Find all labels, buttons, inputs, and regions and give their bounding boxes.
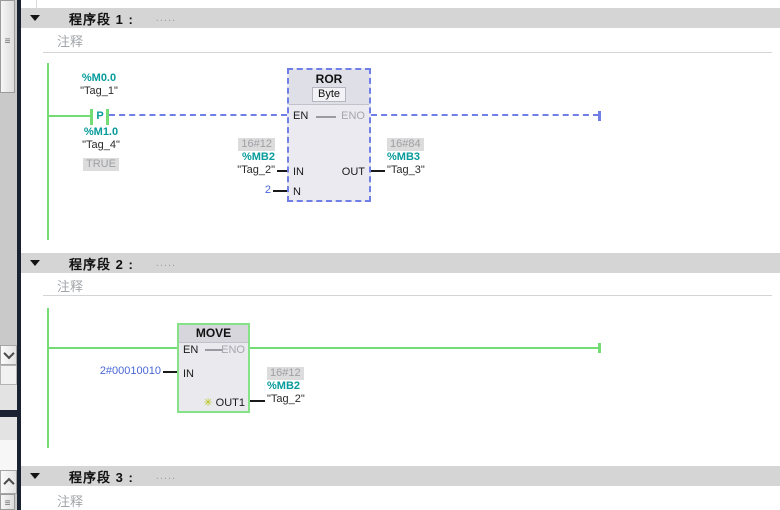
pin-en: EN bbox=[183, 344, 198, 356]
scroll-thumb-grip-icon: ≡ bbox=[1, 37, 14, 47]
scroll-thumb-grip-icon: ≡ bbox=[1, 499, 14, 509]
edge-tag[interactable]: "Tag_4" bbox=[56, 139, 146, 152]
pin-out: OUT bbox=[342, 166, 365, 178]
network-2-comment-field[interactable]: 注释 bbox=[57, 276, 83, 295]
collapse-triangle-icon[interactable] bbox=[30, 473, 40, 479]
move-in-constant[interactable]: 2#00010010 bbox=[61, 365, 161, 378]
in-monitor-value: 16#12 bbox=[238, 138, 275, 151]
scrollbar-gap bbox=[0, 440, 17, 470]
network-3-comment-field[interactable]: 注释 bbox=[57, 491, 83, 510]
splitter-area-bottom bbox=[0, 417, 17, 440]
network-3-title: 程序段 3 : bbox=[69, 467, 134, 486]
wire-out1 bbox=[250, 400, 265, 402]
chevron-up-icon bbox=[3, 478, 14, 489]
power-rail bbox=[47, 308, 49, 448]
network-1-comment-field[interactable]: 注释 bbox=[57, 31, 83, 50]
wire-n bbox=[273, 190, 287, 192]
ror-block[interactable]: ROR Byte EN ENO IN N OUT bbox=[287, 68, 371, 202]
wire-rail-to-move bbox=[48, 347, 177, 349]
network-2-title: 程序段 2 : bbox=[69, 254, 134, 273]
ror-in-operand[interactable]: 16#12 %MB2 "Tag_2" bbox=[195, 138, 275, 177]
move-block[interactable]: MOVE EN ENO IN ✳ OUT1 bbox=[177, 323, 250, 413]
in-tag[interactable]: "Tag_2" bbox=[195, 164, 275, 177]
pin-eno: ENO bbox=[221, 344, 245, 356]
pin-out1-label: OUT1 bbox=[216, 397, 245, 409]
rung-end-tick bbox=[598, 111, 601, 121]
scroll-cut-line bbox=[36, 0, 37, 8]
edge-monitor-value: TRUE bbox=[83, 158, 119, 171]
out-monitor-value: 16#84 bbox=[387, 138, 424, 151]
network-1-title-placeholder[interactable]: ..... bbox=[156, 12, 176, 24]
pin-in: IN bbox=[293, 166, 304, 178]
scrollbar-blank-button[interactable] bbox=[0, 365, 17, 385]
pane-splitter[interactable] bbox=[0, 410, 17, 417]
contact-p-letter: P bbox=[93, 110, 107, 122]
splitter-area-top bbox=[0, 385, 17, 410]
pin-in: IN bbox=[183, 368, 194, 380]
ror-n-constant[interactable]: 2 bbox=[211, 184, 271, 197]
network-1-header[interactable]: 程序段 1 : ..... bbox=[21, 8, 780, 28]
lad-editor-screen: ≡ ≡ 程序段 1 : ..... 注释 %M0.0 "Tag_1" bbox=[0, 0, 780, 510]
scroll-up-button[interactable] bbox=[0, 470, 17, 494]
contact-edge-operand[interactable]: %M1.0 "Tag_4" TRUE bbox=[56, 126, 146, 171]
wire-move-to-end bbox=[250, 347, 599, 349]
en-eno-dash bbox=[316, 116, 336, 118]
ror-out-operand[interactable]: 16#84 %MB3 "Tag_3" bbox=[387, 138, 467, 177]
wire-block-to-end bbox=[371, 114, 599, 116]
contact-address[interactable]: %M0.0 bbox=[54, 72, 144, 85]
collapse-triangle-icon[interactable] bbox=[30, 260, 40, 266]
add-output-star-icon[interactable]: ✳ bbox=[203, 397, 212, 409]
comment-separator bbox=[43, 52, 772, 53]
en-eno-dash bbox=[205, 349, 222, 351]
network-2-header[interactable]: 程序段 2 : ..... bbox=[21, 253, 780, 273]
network-2-title-placeholder[interactable]: ..... bbox=[156, 257, 176, 269]
network-1-title: 程序段 1 : bbox=[69, 9, 134, 28]
scroll-down-button[interactable] bbox=[0, 345, 17, 365]
pin-out1: ✳ OUT1 bbox=[203, 396, 245, 409]
out-address[interactable]: %MB3 bbox=[387, 151, 467, 164]
out-tag[interactable]: "Tag_3" bbox=[387, 164, 467, 177]
wire-out bbox=[371, 170, 385, 172]
edge-address[interactable]: %M1.0 bbox=[56, 126, 146, 139]
vertical-scrollbar[interactable]: ≡ ≡ bbox=[0, 0, 17, 510]
power-rail bbox=[47, 63, 49, 240]
chevron-down-icon bbox=[3, 348, 14, 359]
collapse-triangle-icon[interactable] bbox=[30, 15, 40, 21]
pin-eno: ENO bbox=[341, 110, 365, 122]
pin-en: EN bbox=[293, 110, 308, 122]
network-3-title-placeholder[interactable]: ..... bbox=[156, 470, 176, 482]
comment-separator bbox=[43, 295, 772, 296]
ror-block-title: ROR bbox=[289, 72, 369, 86]
in-address[interactable]: %MB2 bbox=[195, 151, 275, 164]
wire-in bbox=[163, 371, 177, 373]
rung-end-tick bbox=[598, 343, 601, 353]
out-address[interactable]: %MB2 bbox=[267, 380, 347, 393]
wire-contact-to-block bbox=[109, 114, 287, 116]
network-3-header[interactable]: 程序段 3 : ..... bbox=[21, 466, 780, 486]
contact-operand[interactable]: %M0.0 "Tag_1" bbox=[54, 72, 144, 98]
move-block-title: MOVE bbox=[179, 326, 248, 340]
scroll-thumb[interactable]: ≡ bbox=[0, 0, 15, 93]
wire-in bbox=[277, 170, 287, 172]
out-tag[interactable]: "Tag_2" bbox=[267, 393, 347, 406]
p-contact-group[interactable]: %M0.0 "Tag_1" P %M1.0 "Tag_4" TRUE bbox=[84, 63, 204, 183]
pin-n: N bbox=[293, 186, 301, 198]
scroll-thumb-bottom[interactable]: ≡ bbox=[0, 494, 15, 510]
out-monitor-value: 16#12 bbox=[267, 367, 304, 380]
data-type-selector[interactable]: Byte bbox=[312, 87, 346, 102]
move-out-operand[interactable]: 16#12 %MB2 "Tag_2" bbox=[267, 367, 347, 406]
contact-tag[interactable]: "Tag_1" bbox=[54, 85, 144, 98]
